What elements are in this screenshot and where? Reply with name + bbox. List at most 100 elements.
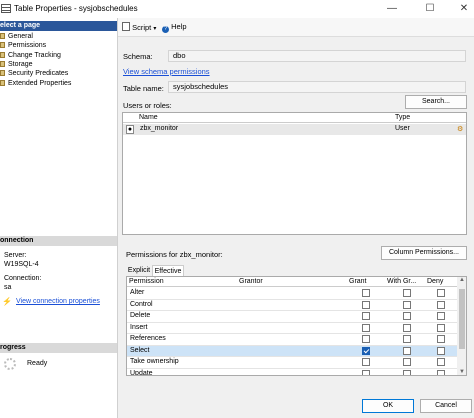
sidebar-item-security-predicates[interactable]: Security Predicates [0,69,68,78]
sidebar-item-extended-properties[interactable]: Extended Properties [0,79,71,88]
with-grant-checkbox[interactable] [403,312,411,320]
table-row[interactable]: ● zbx_monitor User ⚙ [123,124,466,135]
sidebar-item-change-tracking[interactable]: Change Tracking [0,51,61,60]
perm-header-permission[interactable]: Permission [127,277,237,287]
sidebar-item-general[interactable]: General [0,32,33,41]
scroll-up-icon[interactable]: ▲ [457,277,466,283]
table-name-field: sysjobschedules [168,81,466,93]
table-row[interactable]: References [127,334,457,346]
sidebar-item-label: General [8,33,33,40]
connection-icon: ⚡ [2,297,12,306]
cancel-button[interactable]: Cancel [420,399,472,413]
users-roles-label: Users or roles: [123,101,172,110]
deny-checkbox[interactable] [437,346,445,355]
select-page-header: elect a page [0,21,117,31]
server-label: Server: [4,252,27,259]
user-type: User [395,125,410,132]
toolbar: Script ▾ ? Help [118,18,474,37]
with-grant-checkbox[interactable] [403,369,411,375]
grant-checkbox[interactable] [362,323,370,332]
table-row[interactable]: Take ownership [127,357,457,369]
properties-icon[interactable]: ⚙ [457,125,463,133]
with-grant-checkbox[interactable] [403,323,411,332]
perm-header-with-grant[interactable]: With Gr... [385,277,425,287]
script-label: Script [132,23,152,32]
server-value: W19SQL-4 [4,261,39,268]
help-icon: ? [162,26,169,33]
deny-checkbox[interactable] [437,289,445,297]
ok-button[interactable]: OK [362,399,414,413]
with-grant-checkbox[interactable] [403,335,411,343]
table-row[interactable]: Update [127,369,457,375]
with-grant-checkbox[interactable] [403,346,411,355]
sidebar-item-storage[interactable]: Storage [0,60,33,69]
left-pane: elect a page General Permissions Change Tr… [0,18,118,418]
grant-checkbox[interactable] [362,289,370,297]
help-button[interactable]: ? Help [162,22,187,33]
permission-name: Select [130,346,150,354]
permissions-scrollbar[interactable]: ▲ ▼ [457,277,466,375]
perm-header-grant[interactable]: Grant [347,277,385,287]
sidebar-item-label: Storage [8,60,33,68]
grant-checkbox[interactable] [362,335,370,343]
page-icon [0,61,5,68]
script-icon [122,22,130,31]
search-button[interactable]: Search... [405,95,467,109]
permission-name: Delete [130,312,151,319]
grant-checkbox[interactable] [362,312,370,320]
column-permissions-button[interactable]: Column Permissions... [381,246,467,260]
progress-status: Ready [27,360,48,367]
with-grant-checkbox[interactable] [403,289,411,297]
table-row[interactable]: Select [127,345,457,357]
users-header-type[interactable]: Type [393,113,466,123]
grant-checkbox[interactable] [362,300,370,309]
users-grid: Name Type ● zbx_monitor User ⚙ [122,112,467,235]
grant-checkbox[interactable] [362,369,370,375]
user-icon: ● [126,125,134,134]
chevron-down-icon: ▾ [153,26,157,32]
sidebar-item-permissions[interactable]: Permissions [0,41,46,50]
tab-effective[interactable]: Effective [152,265,184,276]
with-grant-checkbox[interactable] [403,358,411,366]
grant-checkbox[interactable] [362,358,370,366]
permissions-grid: Permission Grantor Grant With Gr... Deny… [126,276,467,376]
footer: OK Cancel [118,397,474,418]
table-name-label: Table name: [123,84,164,93]
deny-checkbox[interactable] [437,312,445,320]
sidebar-item-label: Security Predicates [8,70,69,78]
deny-checkbox[interactable] [437,335,445,343]
permission-name: Alter [130,289,145,296]
grant-checkbox[interactable] [362,346,370,355]
deny-checkbox[interactable] [437,300,445,309]
users-header-name[interactable]: Name [137,113,393,123]
scroll-down-icon[interactable]: ▼ [457,369,466,375]
perm-header-deny[interactable]: Deny [425,277,457,287]
view-connection-properties-link[interactable]: View connection properties [16,298,100,305]
permissions-label: Permissions for zbx_monitor: [126,250,223,259]
sidebar-item-label: Extended Properties [8,79,72,87]
deny-checkbox[interactable] [437,323,445,332]
table-row[interactable]: Insert [127,323,457,334]
permission-name: Insert [130,323,148,331]
tab-explicit[interactable]: Explicit [126,265,152,276]
user-name: zbx_monitor [140,125,179,132]
close-button[interactable]: ✕ [454,2,474,15]
table-row[interactable]: Alter [127,288,457,300]
maximize-button[interactable]: ☐ [420,2,440,15]
scroll-thumb[interactable] [459,289,465,349]
minimize-button[interactable]: — [382,2,402,15]
permission-name: References [130,335,166,342]
with-grant-checkbox[interactable] [403,300,411,309]
page-icon [0,51,5,58]
page-icon [0,42,5,49]
perm-header-grantor[interactable]: Grantor [237,277,347,287]
script-button[interactable]: Script ▾ [122,22,156,32]
view-schema-permissions-link[interactable]: View schema permissions [123,67,210,76]
table-row[interactable]: Delete [127,311,457,323]
deny-checkbox[interactable] [437,358,445,366]
page-icon [0,33,5,40]
table-row[interactable]: Control [127,300,457,311]
deny-checkbox[interactable] [437,369,445,375]
permission-name: Control [130,300,153,308]
page-icon [0,70,5,77]
